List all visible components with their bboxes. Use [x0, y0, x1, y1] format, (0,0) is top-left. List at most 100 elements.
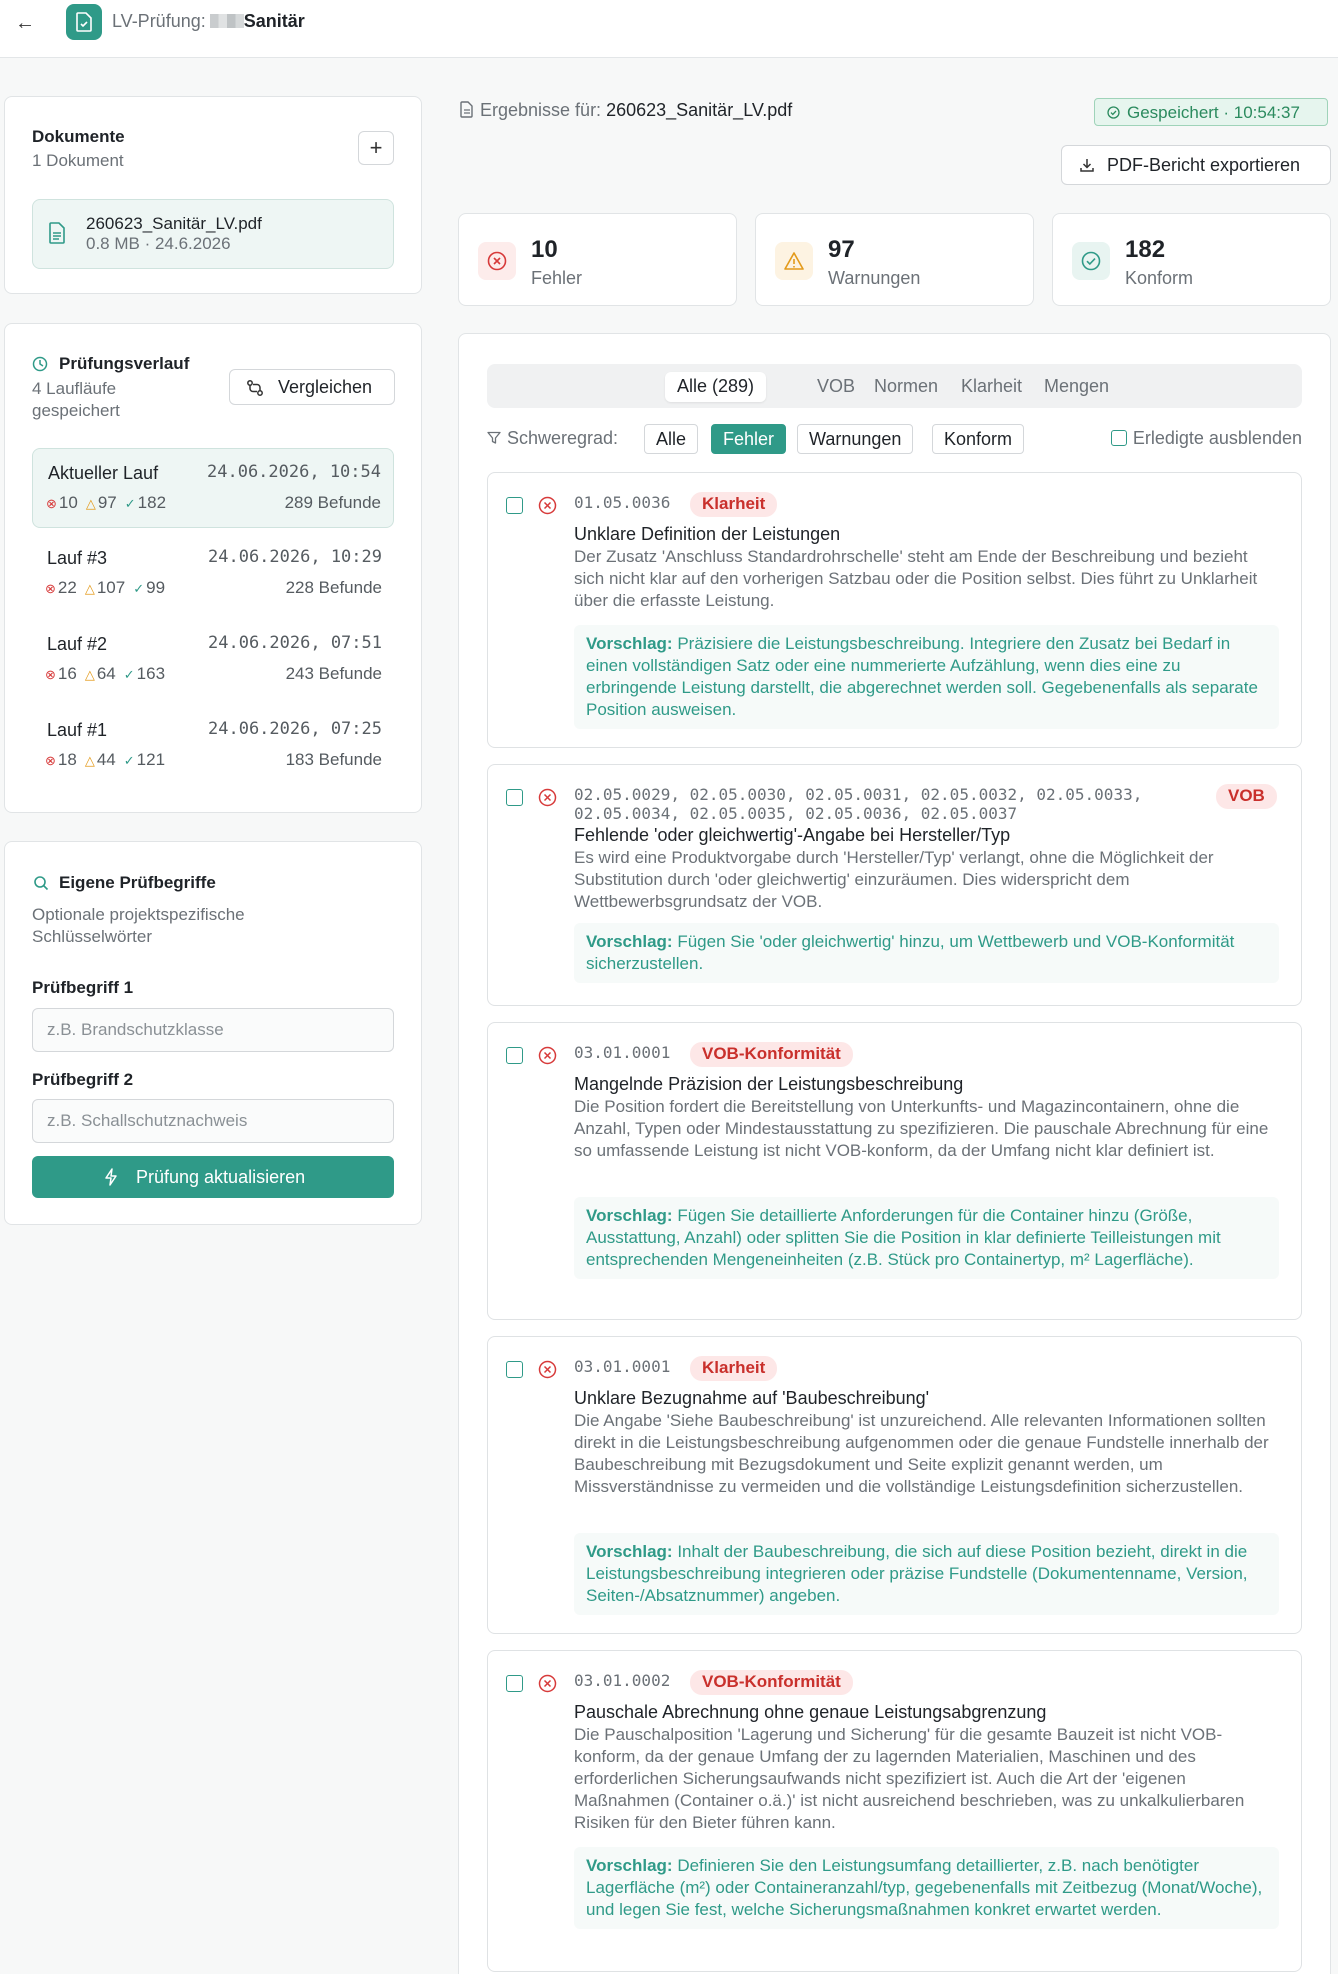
- chip-conform[interactable]: Konform: [932, 424, 1025, 454]
- results-prefix: Ergebnisse für:: [480, 100, 602, 120]
- lightning-icon: [105, 1168, 117, 1186]
- finding-card: 03.01.0002 VOB-Konformität Pauschale Abr…: [487, 1650, 1302, 1972]
- warning-icon: △: [85, 496, 96, 511]
- document-meta: 0.8 MB · 24.6.2026: [86, 234, 231, 253]
- term2-input[interactable]: [32, 1099, 394, 1143]
- done-checkbox[interactable]: [506, 789, 523, 806]
- tab-normen[interactable]: Normen: [862, 372, 950, 402]
- run-count: 228 Befunde: [285, 578, 382, 597]
- tab-klarheit[interactable]: Klarheit: [949, 372, 1034, 402]
- run-name: Lauf #3: [47, 548, 108, 568]
- hide-done-checkbox[interactable]: [1110, 430, 1127, 446]
- error-circle-icon: [538, 1674, 557, 1693]
- run-item-3[interactable]: Lauf #3 24.06.2026, 10:29 ⊗ 22 △ 107 ✓ 99 228…: [32, 534, 394, 614]
- finding-title: Mangelnde Präzision der Leistungsbeschre…: [574, 1074, 964, 1094]
- finding-suggestion: Vorschlag: Fügen Sie detaillierte Anford…: [574, 1197, 1279, 1279]
- history-panel: Prüfungsverlauf 4 Laufläufe gespeichert …: [4, 323, 422, 813]
- stat-card-errors[interactable]: 10 Fehler: [458, 213, 737, 306]
- finding-description: Die Position fordert die Bereitstellung …: [574, 1097, 1269, 1160]
- document-check-icon: [66, 4, 102, 40]
- export-label: PDF-Bericht exportieren: [1107, 155, 1301, 175]
- run-errors: 22: [57, 578, 77, 597]
- finding-suggestion: Vorschlag: Definieren Sie den Leistungsu…: [574, 1847, 1279, 1929]
- run-ok: 121: [136, 750, 166, 769]
- done-checkbox[interactable]: [506, 1361, 523, 1378]
- finding-positions: 03.01.0002: [574, 1671, 671, 1690]
- run-count: 243 Befunde: [285, 664, 382, 683]
- results-file: 260623_Sanitär_LV.pdf: [606, 100, 793, 120]
- hide-done-toggle[interactable]: Erledigte ausblenden: [1110, 428, 1302, 449]
- add-document-button[interactable]: +: [358, 131, 394, 165]
- check-icon: ✓: [124, 496, 136, 511]
- tab-vob[interactable]: VOB: [805, 372, 867, 402]
- error-icon: ⊗: [45, 667, 56, 682]
- warning-icon: △: [84, 667, 95, 682]
- finding-positions: 01.05.0036: [574, 493, 671, 512]
- document-item[interactable]: 260623_Sanitär_LV.pdf 0.8 MB · 24.6.2026: [32, 199, 394, 269]
- done-checkbox[interactable]: [506, 1047, 523, 1064]
- run-errors: 18: [57, 750, 77, 769]
- run-item-current[interactable]: Aktueller Lauf 24.06.2026, 10:54 ⊗ 10 △ 97 ✓…: [32, 448, 394, 528]
- custom-terms-panel: Eigene Prüfbegriffe Optionale projektspe…: [4, 841, 422, 1225]
- error-icon: ⊗: [45, 753, 56, 768]
- export-pdf-button[interactable]: PDF-Bericht exportieren: [1061, 145, 1331, 185]
- results-header: Ergebnisse für: 260623_Sanitär_LV.pdf: [460, 100, 792, 121]
- category-tabs: Alle (289) VOB Normen Klarheit Mengen: [487, 364, 1302, 408]
- download-icon: [1080, 159, 1094, 172]
- finding-suggestion: Vorschlag: Fügen Sie 'oder gleichwertig'…: [574, 923, 1279, 983]
- tab-all[interactable]: Alle (289): [665, 372, 767, 402]
- finding-description: Die Angabe 'Siehe Baubeschreibung' ist u…: [574, 1411, 1269, 1496]
- finding-card: 02.05.0029, 02.05.0030, 02.05.0031, 02.0…: [487, 764, 1302, 1006]
- suggestion-text: Präzisiere die Leistungsbeschreibung. In…: [586, 634, 1258, 719]
- run-item-1[interactable]: Lauf #1 24.06.2026, 07:25 ⊗ 18 △ 44 ✓ 121 183…: [32, 706, 394, 786]
- error-icon: ⊗: [45, 581, 56, 596]
- finding-card: 01.05.0036 Klarheit Unklare Definition d…: [487, 472, 1302, 748]
- run-warnings: 107: [96, 578, 126, 597]
- error-circle-icon: [538, 496, 557, 515]
- term2-label: Prüfbegriff 2: [32, 1070, 134, 1089]
- hide-done-label: Erledigte ausblenden: [1132, 428, 1302, 448]
- finding-positions: 03.01.0001: [574, 1357, 671, 1376]
- update-check-button[interactable]: Prüfung aktualisieren: [32, 1156, 394, 1198]
- back-arrow-icon[interactable]: ←: [12, 10, 38, 36]
- run-date: 24.06.2026, 10:54: [207, 462, 381, 482]
- run-stats: ⊗ 10 △ 97 ✓ 182: [46, 493, 166, 513]
- run-name: Aktueller Lauf: [48, 463, 159, 483]
- compare-label: Vergleichen: [278, 377, 373, 397]
- run-count: 289 Befunde: [284, 493, 381, 512]
- saved-status-badge: Gespeichert · 10:54:37: [1094, 98, 1328, 126]
- run-count: 183 Befunde: [285, 750, 382, 769]
- tab-mengen[interactable]: Mengen: [1032, 372, 1121, 402]
- file-icon: [460, 101, 473, 118]
- done-checkbox[interactable]: [506, 497, 523, 514]
- run-warnings: 44: [96, 750, 116, 769]
- run-stats: ⊗ 16 △ 64 ✓ 163: [45, 664, 165, 684]
- run-ok: 99: [146, 578, 166, 597]
- stat-card-conform[interactable]: 182 Konform: [1052, 213, 1331, 306]
- top-bar: ← LV-Prüfung: Sanitär: [0, 0, 1338, 58]
- suggestion-label: Vorschlag:: [586, 634, 673, 653]
- chip-warnings[interactable]: Warnungen: [797, 424, 914, 454]
- stat-card-warnings[interactable]: 97 Warnungen: [755, 213, 1034, 306]
- chip-all[interactable]: Alle: [644, 424, 699, 454]
- done-checkbox[interactable]: [506, 1675, 523, 1692]
- findings-panel: Alle (289) VOB Normen Klarheit Mengen Sc…: [458, 333, 1331, 1974]
- category-badge: VOB: [1216, 784, 1277, 809]
- error-circle-icon: [538, 1360, 557, 1379]
- run-name: Lauf #1: [47, 720, 108, 740]
- term1-input[interactable]: [32, 1008, 394, 1052]
- documents-count: 1 Dokument: [32, 151, 124, 170]
- stat-value: 10: [531, 236, 558, 263]
- redacted-project-prefix: [209, 14, 244, 28]
- run-item-2[interactable]: Lauf #2 24.06.2026, 07:51 ⊗ 16 △ 64 ✓ 163 243…: [32, 620, 394, 700]
- run-date: 24.06.2026, 10:29: [208, 547, 382, 567]
- title-prefix: LV-Prüfung:: [112, 11, 206, 31]
- check-icon: ✓: [133, 581, 145, 596]
- check-icon: ✓: [123, 667, 135, 682]
- compare-button[interactable]: Vergleichen: [229, 369, 395, 405]
- filter-icon: [487, 431, 501, 444]
- finding-description: Die Pauschalposition 'Lagerung und Siche…: [574, 1725, 1245, 1832]
- stat-value: 182: [1125, 236, 1166, 263]
- history-title: Prüfungsverlauf: [59, 354, 190, 373]
- chip-errors[interactable]: Fehler: [711, 424, 787, 454]
